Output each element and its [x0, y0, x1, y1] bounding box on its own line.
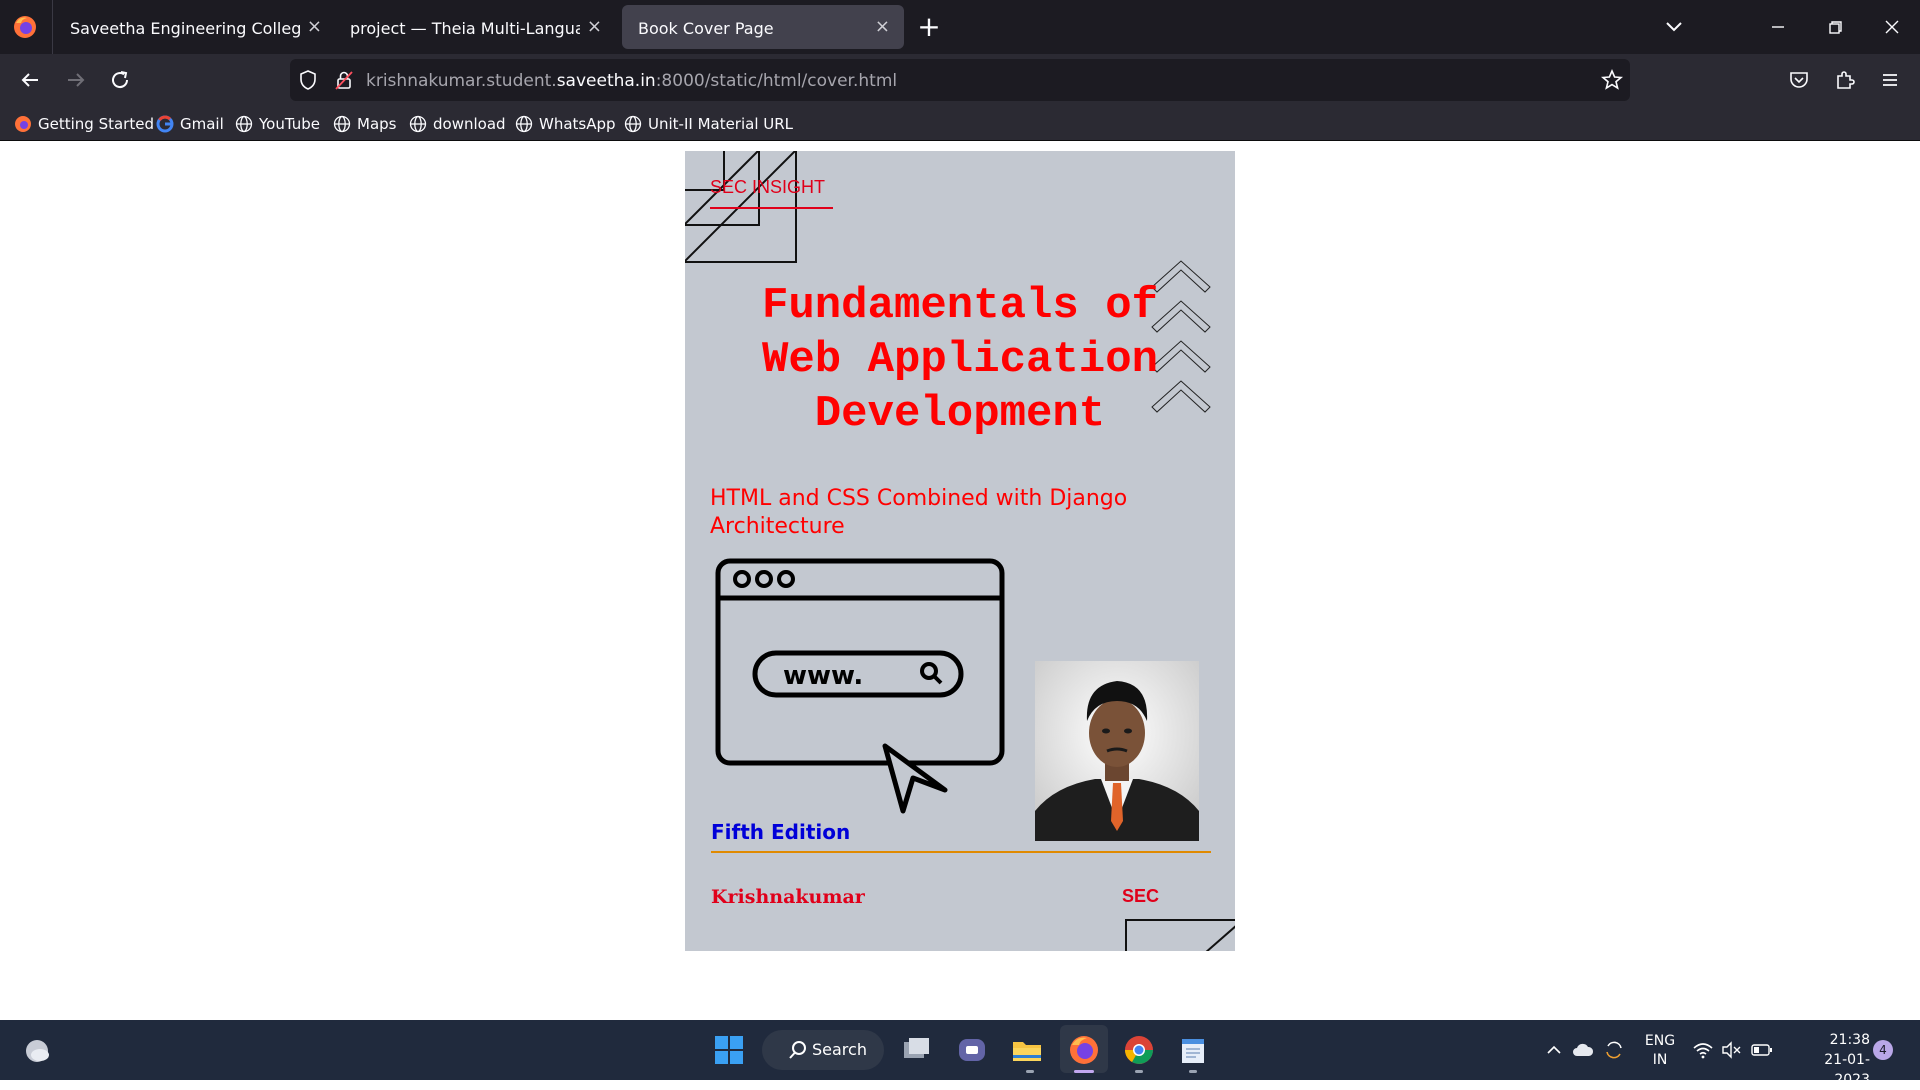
bookmark-download[interactable]: download: [409, 113, 506, 135]
edition-label: Fifth Edition: [711, 820, 851, 844]
firefox-icon[interactable]: [12, 14, 38, 40]
close-icon[interactable]: ×: [875, 16, 890, 37]
reload-icon[interactable]: [106, 66, 134, 94]
close-icon[interactable]: ×: [307, 16, 322, 37]
bookmark-maps[interactable]: Maps: [333, 113, 396, 135]
tab-title: Book Cover Page: [638, 19, 774, 38]
bookmark-whatsapp[interactable]: WhatsApp: [515, 113, 616, 135]
globe-icon: [409, 115, 427, 133]
running-app-indicator: [1026, 1070, 1034, 1073]
weather-icon[interactable]: [22, 1036, 52, 1066]
edition-rule: [711, 851, 1211, 853]
time: 21:38: [1829, 1032, 1870, 1048]
active-app-indicator: [1074, 1070, 1094, 1073]
firefox-icon: [15, 116, 31, 132]
globe-icon: [624, 115, 642, 133]
star-icon[interactable]: [1600, 68, 1624, 92]
close-window-icon[interactable]: [1877, 12, 1907, 42]
search-icon: [789, 1041, 806, 1059]
bookmark-youtube[interactable]: YouTube: [235, 113, 320, 135]
notification-badge[interactable]: 4: [1873, 1040, 1893, 1060]
chevron-down-icon[interactable]: [1660, 12, 1688, 40]
region-code: IN: [1652, 1052, 1668, 1068]
onedrive-cloud-icon[interactable]: [1572, 1040, 1594, 1060]
brand-name: SEC INSIGHT: [710, 177, 826, 197]
bookmark-getting-started[interactable]: Getting Started: [14, 113, 154, 135]
forward-arrow-icon[interactable]: [62, 66, 90, 94]
minimize-icon[interactable]: [1763, 12, 1793, 42]
author-photo: [1035, 661, 1199, 841]
running-app-indicator: [1135, 1070, 1143, 1073]
extensions-icon[interactable]: [1833, 68, 1857, 92]
book-title: Fundamentals of Web Application Developm…: [685, 279, 1235, 441]
wifi-icon[interactable]: [1692, 1040, 1714, 1060]
restore-icon[interactable]: [1820, 12, 1850, 42]
shield-icon[interactable]: [297, 69, 319, 91]
globe-icon: [235, 115, 253, 133]
windows-start-icon[interactable]: [712, 1033, 746, 1067]
menu-icon[interactable]: [1878, 68, 1902, 92]
www-text: www.: [783, 661, 863, 691]
chevron-up-icon[interactable]: [1544, 1040, 1564, 1060]
bookmark-label: Unit-II Material URL: [648, 115, 794, 133]
publisher-name: SEC: [1122, 886, 1160, 906]
bookmark-label: YouTube: [259, 115, 320, 133]
browser-window-illustration: www.: [715, 558, 1005, 814]
globe-icon: [333, 115, 351, 133]
volume-muted-icon[interactable]: [1720, 1040, 1742, 1060]
clock[interactable]: 21:38 21-01-2023: [1790, 1030, 1870, 1090]
date: 21-01-2023: [1824, 1052, 1870, 1088]
title-line: Web Application: [761, 335, 1159, 385]
search-label: Search: [812, 1040, 867, 1059]
author-name: Krishnakumar: [711, 886, 865, 908]
file-explorer-icon[interactable]: [1010, 1033, 1044, 1067]
running-app-indicator: [1189, 1070, 1197, 1073]
google-icon: [156, 115, 174, 133]
tab-theia-project[interactable]: project — Theia Multi-Language Ex ×: [334, 5, 616, 49]
pocket-icon[interactable]: [1787, 68, 1811, 92]
language-code: ENG: [1644, 1033, 1676, 1049]
bookmark-label: WhatsApp: [539, 115, 616, 133]
tab-title: project — Theia Multi-Language Ex: [350, 19, 580, 38]
language-indicator[interactable]: ENG IN: [1640, 1032, 1680, 1070]
sync-icon[interactable]: [1602, 1038, 1626, 1062]
bookmark-label: Gmail: [180, 115, 224, 133]
book-cover: SEC INSIGHT Fundamentals of Web Applicat…: [685, 151, 1235, 951]
bookmark-label: Getting Started: [38, 115, 154, 133]
title-line: Development: [814, 389, 1106, 439]
title-line: Fundamentals of: [761, 281, 1159, 331]
tab-title: Saveetha Engineering College: [70, 19, 300, 38]
firefox-icon[interactable]: [1067, 1033, 1101, 1067]
teams-chat-icon[interactable]: [955, 1033, 989, 1067]
notepad-icon[interactable]: [1176, 1033, 1210, 1067]
book-subtitle: HTML and CSS Combined with Django Archit…: [710, 486, 1128, 539]
bookmark-label: Maps: [357, 115, 397, 133]
tab-book-cover[interactable]: Book Cover Page ×: [622, 5, 904, 49]
task-view-icon[interactable]: [900, 1033, 934, 1067]
bookmark-gmail[interactable]: Gmail: [156, 113, 224, 135]
back-arrow-icon[interactable]: [16, 66, 44, 94]
battery-icon[interactable]: [1750, 1040, 1774, 1060]
tab-saveetha[interactable]: Saveetha Engineering College ×: [54, 5, 336, 49]
insecure-lock-icon[interactable]: [333, 69, 355, 91]
tab-separator: [52, 0, 53, 54]
decorative-corner: [1125, 919, 1235, 951]
url-text[interactable]: krishnakumar.student.saveetha.in:8000/st…: [366, 71, 897, 91]
new-tab-button[interactable]: +: [912, 10, 946, 44]
brand-underline: [710, 207, 833, 209]
close-icon[interactable]: ×: [587, 16, 602, 37]
globe-icon: [515, 115, 533, 133]
chrome-icon[interactable]: [1122, 1033, 1156, 1067]
bookmark-unit-ii-material[interactable]: Unit-II Material URL: [624, 113, 793, 135]
bookmark-label: download: [433, 115, 506, 133]
